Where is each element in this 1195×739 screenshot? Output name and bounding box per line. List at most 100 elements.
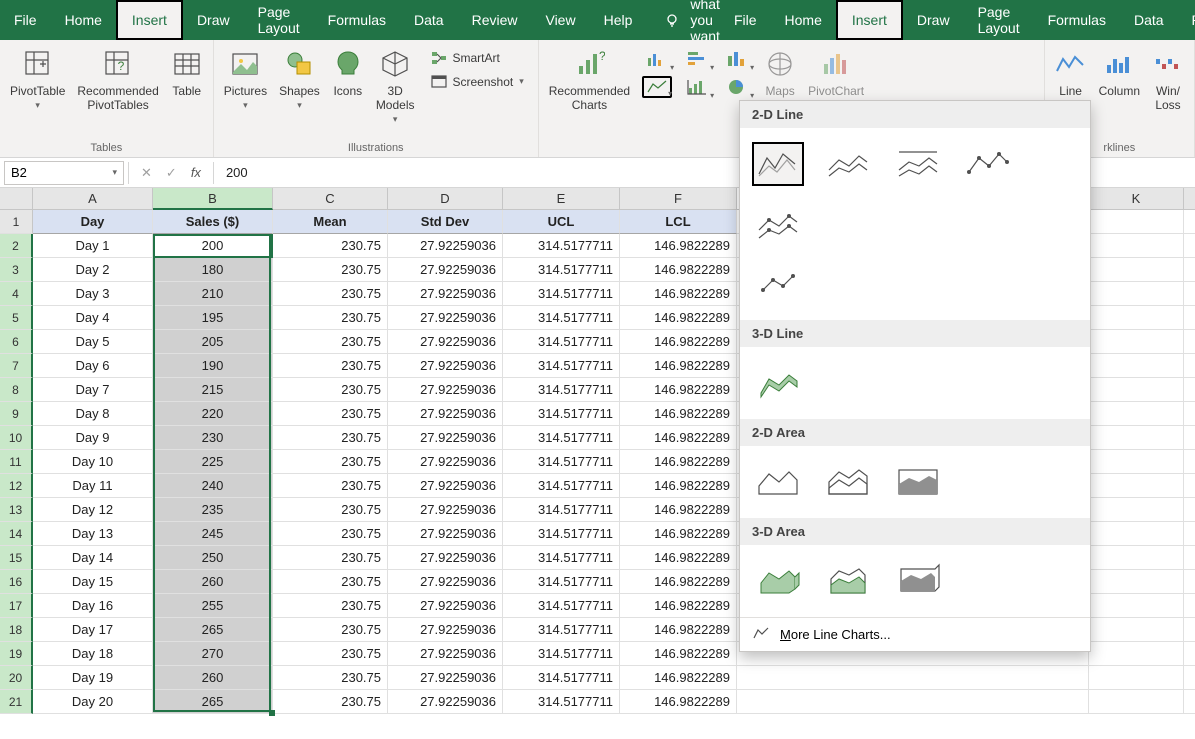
cell[interactable]: 27.92259036: [388, 258, 503, 282]
cell[interactable]: 230.75: [273, 330, 388, 354]
insert-area-chart-button[interactable]: ▾: [682, 76, 712, 98]
insert-statistic-chart-button[interactable]: ▾: [722, 48, 752, 70]
cell[interactable]: 235: [153, 498, 273, 522]
cell[interactable]: 146.9822289: [620, 570, 737, 594]
row-header-3[interactable]: 3: [0, 258, 33, 282]
cell[interactable]: 314.5177711: [503, 234, 620, 258]
cell[interactable]: Day 19: [33, 666, 153, 690]
menu-formulas[interactable]: Formulas: [314, 0, 400, 40]
cell[interactable]: 260: [153, 666, 273, 690]
cell[interactable]: [1089, 426, 1184, 450]
cell[interactable]: 146.9822289: [620, 282, 737, 306]
cell[interactable]: [1089, 618, 1184, 642]
cell[interactable]: [1089, 378, 1184, 402]
cell[interactable]: 230.75: [273, 450, 388, 474]
cell[interactable]: 230: [153, 426, 273, 450]
cell[interactable]: 27.92259036: [388, 282, 503, 306]
cell[interactable]: 146.9822289: [620, 426, 737, 450]
insert-line-chart-button[interactable]: ▾: [642, 76, 672, 98]
cell[interactable]: 27.92259036: [388, 402, 503, 426]
cell[interactable]: [1089, 210, 1184, 234]
cell[interactable]: 314.5177711: [503, 258, 620, 282]
cell[interactable]: 230.75: [273, 234, 388, 258]
col-header-B[interactable]: B: [153, 188, 273, 210]
cell[interactable]: 255: [153, 594, 273, 618]
cell[interactable]: 230.75: [273, 354, 388, 378]
cell[interactable]: [1089, 498, 1184, 522]
cell[interactable]: 265: [153, 690, 273, 714]
cell[interactable]: [1089, 306, 1184, 330]
row-header-12[interactable]: 12: [0, 474, 33, 498]
cell[interactable]: 27.92259036: [388, 474, 503, 498]
cell[interactable]: 230.75: [273, 474, 388, 498]
100-stacked-line-markers-option[interactable]: [752, 262, 804, 306]
cell[interactable]: 146.9822289: [620, 498, 737, 522]
cell[interactable]: 27.92259036: [388, 546, 503, 570]
menu-formulas[interactable]: Formulas: [1034, 0, 1120, 40]
cell[interactable]: Day 9: [33, 426, 153, 450]
cell[interactable]: Day 5: [33, 330, 153, 354]
row-header-5[interactable]: 5: [0, 306, 33, 330]
cell[interactable]: 146.9822289: [620, 666, 737, 690]
cell[interactable]: Day 11: [33, 474, 153, 498]
menu-review[interactable]: Review: [458, 0, 532, 40]
line-chart-option[interactable]: [752, 142, 804, 186]
cell[interactable]: [1184, 354, 1195, 378]
cell[interactable]: 230.75: [273, 402, 388, 426]
col-header-E[interactable]: E: [503, 188, 620, 210]
cell[interactable]: UCL: [503, 210, 620, 234]
cell[interactable]: 225: [153, 450, 273, 474]
row-header-7[interactable]: 7: [0, 354, 33, 378]
cell[interactable]: 27.92259036: [388, 378, 503, 402]
cell[interactable]: [1089, 330, 1184, 354]
menu-review[interactable]: Review: [1178, 0, 1195, 40]
cell[interactable]: [1184, 498, 1195, 522]
cell[interactable]: 27.92259036: [388, 354, 503, 378]
tell-me[interactable]: Tell me what you want to do: [646, 0, 720, 40]
cell[interactable]: Day 6: [33, 354, 153, 378]
cell[interactable]: [1184, 330, 1195, 354]
cell[interactable]: 230.75: [273, 378, 388, 402]
cell[interactable]: 314.5177711: [503, 306, 620, 330]
row-header-14[interactable]: 14: [0, 522, 33, 546]
cell[interactable]: [1089, 450, 1184, 474]
cell[interactable]: 27.92259036: [388, 642, 503, 666]
cell[interactable]: 146.9822289: [620, 450, 737, 474]
line-markers-chart-option[interactable]: [962, 142, 1014, 186]
cell[interactable]: 220: [153, 402, 273, 426]
cell[interactable]: 215: [153, 378, 273, 402]
cell[interactable]: 314.5177711: [503, 354, 620, 378]
cell[interactable]: 27.92259036: [388, 450, 503, 474]
menu-file[interactable]: File: [0, 0, 51, 40]
pivotchart-button[interactable]: PivotChart: [808, 44, 864, 98]
3d-100-stacked-area-chart-option[interactable]: [892, 559, 944, 603]
row-header-16[interactable]: 16: [0, 570, 33, 594]
maps-button[interactable]: Maps: [764, 44, 796, 98]
cell[interactable]: [1184, 594, 1195, 618]
row-header-8[interactable]: 8: [0, 378, 33, 402]
cell[interactable]: 230.75: [273, 306, 388, 330]
cell[interactable]: 314.5177711: [503, 498, 620, 522]
menu-file[interactable]: File: [720, 0, 771, 40]
cell[interactable]: 27.92259036: [388, 234, 503, 258]
cell[interactable]: 314.5177711: [503, 666, 620, 690]
insert-bar-chart-button[interactable]: ▾: [682, 48, 712, 70]
cell[interactable]: [1184, 234, 1195, 258]
cell[interactable]: 314.5177711: [503, 594, 620, 618]
cell[interactable]: Day 4: [33, 306, 153, 330]
cell[interactable]: Day 2: [33, 258, 153, 282]
menu-draw[interactable]: Draw: [183, 0, 244, 40]
cell[interactable]: 210: [153, 282, 273, 306]
cell[interactable]: Day 3: [33, 282, 153, 306]
cell[interactable]: 314.5177711: [503, 570, 620, 594]
smartart-button[interactable]: SmartArt: [427, 48, 528, 68]
cell[interactable]: 230.75: [273, 426, 388, 450]
cell[interactable]: [1089, 234, 1184, 258]
menu-page-layout[interactable]: Page Layout: [244, 0, 314, 40]
cell[interactable]: 314.5177711: [503, 546, 620, 570]
cell[interactable]: 314.5177711: [503, 330, 620, 354]
cell[interactable]: 146.9822289: [620, 258, 737, 282]
cell[interactable]: 146.9822289: [620, 378, 737, 402]
cell[interactable]: 146.9822289: [620, 642, 737, 666]
cell[interactable]: [1184, 474, 1195, 498]
